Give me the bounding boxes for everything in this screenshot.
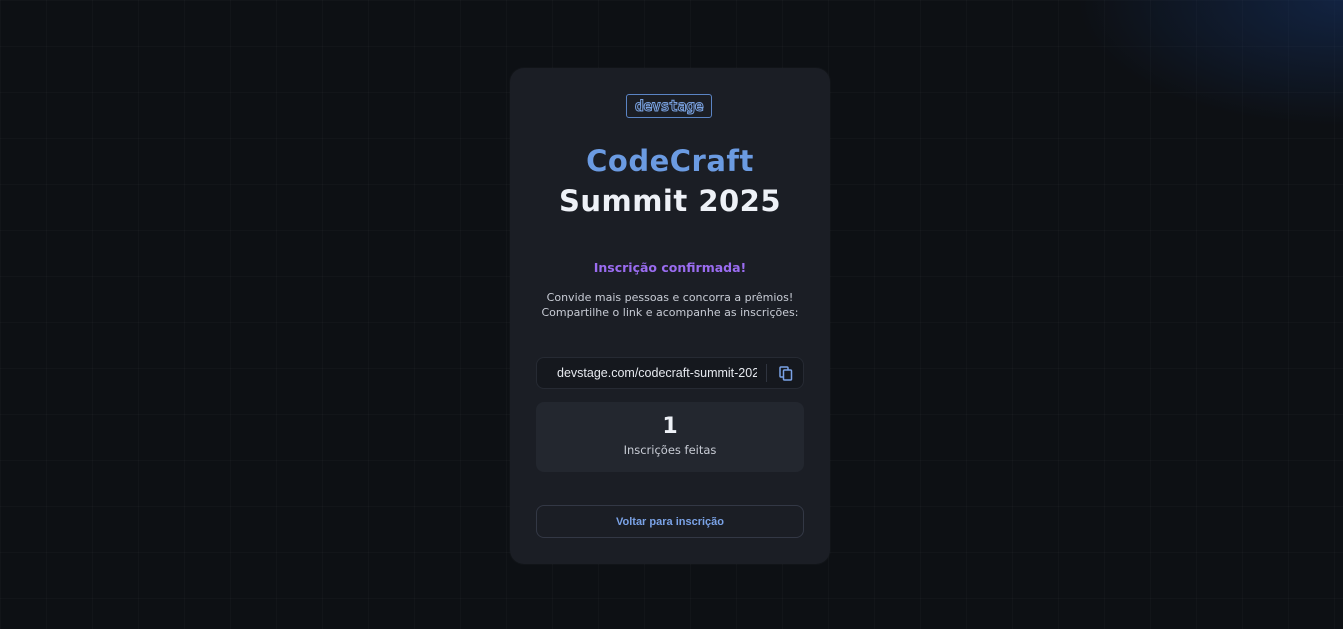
subscriptions-stat: 1 Inscrições feitas [536, 402, 804, 472]
devstage-logo: devstage [626, 94, 712, 118]
invite-link-field[interactable]: devstage.com/codecraft-summit-2025/7 [536, 357, 804, 389]
link-divider [766, 364, 767, 382]
confirmation-description: Convide mais pessoas e concorra a prêmio… [541, 291, 799, 319]
subscriptions-count: 1 [662, 414, 678, 439]
invite-link-text[interactable]: devstage.com/codecraft-summit-2025/7 [557, 358, 757, 388]
subscriptions-label: Inscrições feitas [623, 443, 717, 457]
copy-icon [779, 365, 793, 381]
invite-card: devstage CodeCraft Summit 2025 Inscrição… [510, 68, 830, 564]
event-title-line1: CodeCraft [586, 144, 754, 178]
event-title-line2: Summit 2025 [558, 184, 782, 218]
back-to-subscription-button[interactable]: Voltar para inscrição [536, 505, 804, 538]
copy-link-button[interactable] [770, 358, 802, 388]
confirmation-heading: Inscrição confirmada! [593, 260, 747, 275]
